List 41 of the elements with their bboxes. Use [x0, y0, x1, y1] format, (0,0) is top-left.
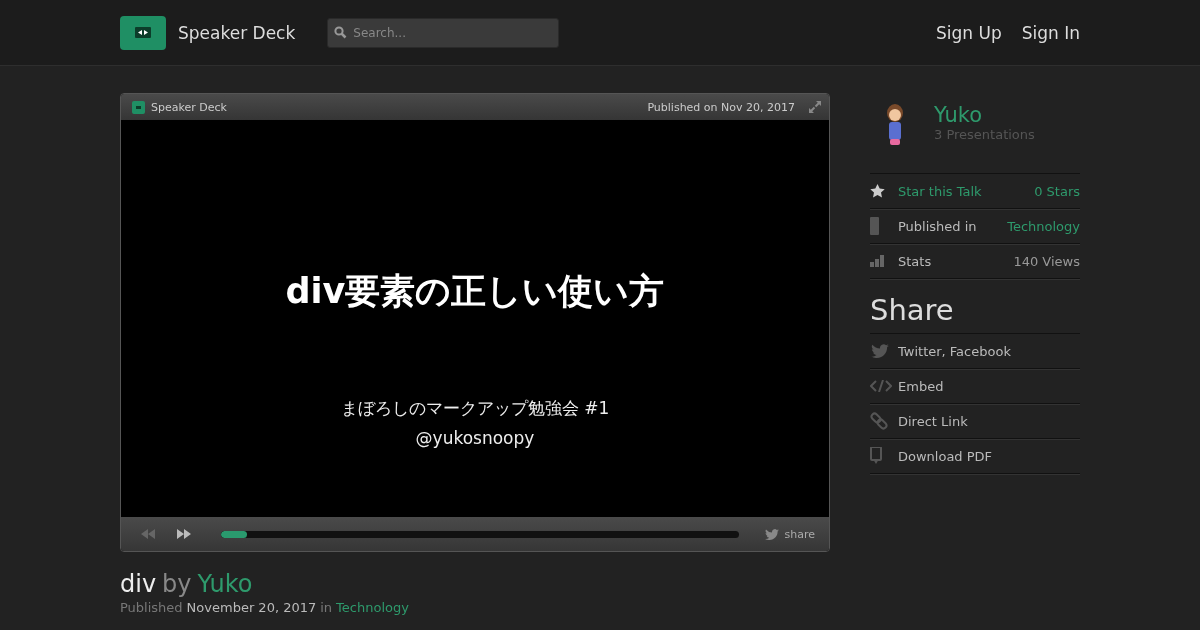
author-link[interactable]: Yuko — [197, 570, 253, 598]
star-count: 0 Stars — [1034, 183, 1080, 199]
star-icon — [870, 184, 885, 198]
player-brand: Speaker Deck — [151, 100, 227, 114]
fast-forward-icon[interactable] — [177, 529, 191, 539]
share-link[interactable]: share — [784, 527, 815, 541]
star-link[interactable]: Star this Talk — [898, 183, 982, 199]
publish-date: November 20, 2017 — [186, 600, 317, 615]
share-heading: Share — [870, 293, 955, 327]
slide-subtitle: まぼろしのマークアップ勉強会 #1 — [340, 397, 610, 420]
category-link[interactable]: Technology — [336, 600, 409, 615]
bird-icon — [870, 344, 890, 358]
bar-chart-icon — [870, 255, 885, 267]
code-icon — [870, 380, 892, 392]
share-option[interactable]: Twitter, Facebook — [898, 343, 1011, 359]
published-label: Published — [120, 600, 183, 615]
site-name[interactable]: Speaker Deck — [178, 22, 296, 43]
slide-handle: @yukosnoopy — [415, 428, 535, 448]
share-option[interactable]: Direct Link — [898, 413, 968, 429]
download-icon — [870, 447, 882, 465]
in-label: in — [320, 600, 333, 615]
view-count: 140 Views — [1013, 253, 1080, 269]
share-option[interactable]: Download PDF — [898, 448, 993, 464]
slide-title: div要素の正しい使い方 — [285, 270, 665, 313]
bird-icon — [764, 528, 779, 540]
fullscreen-icon[interactable] — [809, 101, 821, 113]
by-label: by — [162, 570, 192, 598]
logo-icon[interactable] — [120, 15, 166, 50]
progress-track[interactable] — [221, 530, 739, 538]
link-icon — [870, 412, 888, 430]
user-name[interactable]: Yuko — [934, 103, 1035, 127]
nav-link[interactable]: Sign Up — [936, 22, 1002, 43]
info-label: Published in — [898, 218, 977, 234]
logo-icon — [132, 100, 145, 114]
share-option[interactable]: Embed — [898, 378, 944, 394]
info-label: Stats — [898, 253, 932, 269]
search-field[interactable]: Search... — [327, 17, 560, 48]
publish-date: Published on Nov 20, 2017 — [647, 100, 795, 114]
nav-link[interactable]: Sign In — [1021, 22, 1080, 43]
talk-title: div — [120, 570, 157, 598]
category-link[interactable]: Technology — [1007, 218, 1080, 234]
